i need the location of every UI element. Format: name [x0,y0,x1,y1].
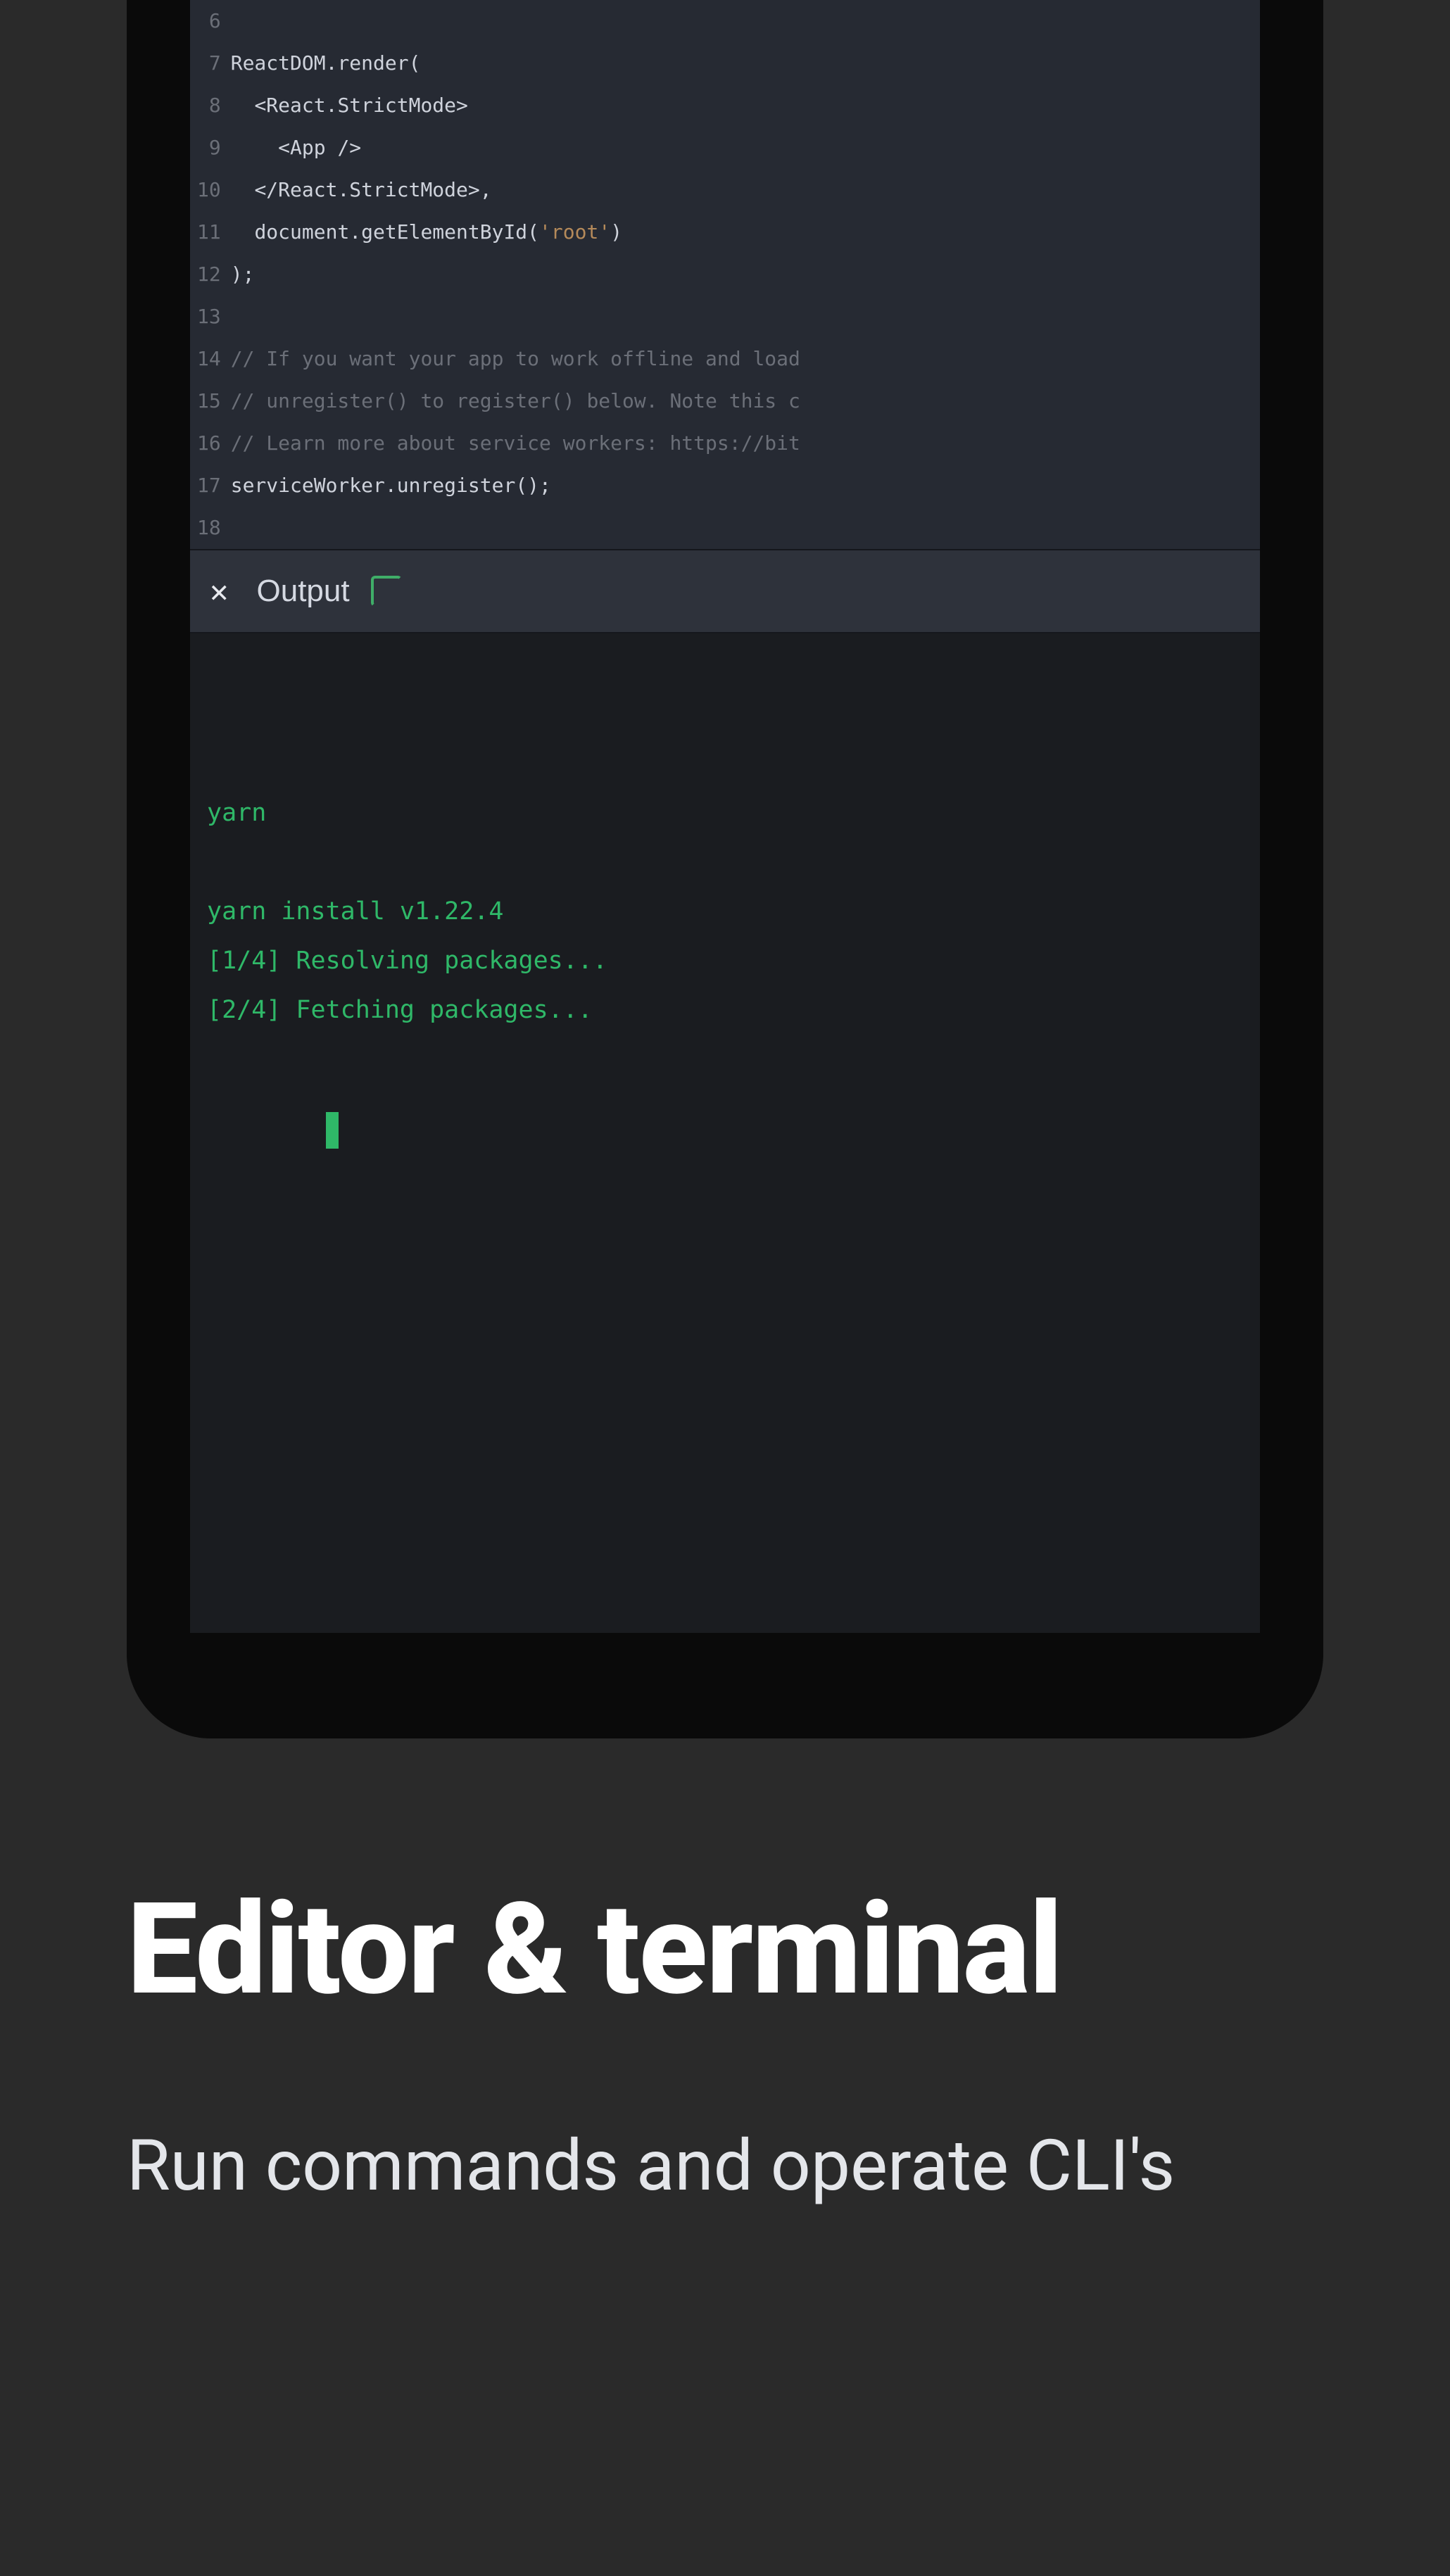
screen: 56789101112131415161718 import * as serv… [190,0,1260,1633]
line-number: 14 [197,338,221,380]
spinner-icon [371,576,402,607]
line-number: 17 [197,465,221,507]
line-number: 8 [197,84,221,127]
code-line[interactable]: ); [231,253,1260,296]
line-number: 11 [197,211,221,253]
code-line[interactable]: ReactDOM.render( [231,42,1260,84]
code-line[interactable]: // Learn more about service workers: htt… [231,422,1260,465]
line-number: 12 [197,253,221,296]
code-line[interactable]: // unregister() to register() below. Not… [231,380,1260,422]
code-line[interactable]: serviceWorker.unregister(); [231,465,1260,507]
line-number: 13 [197,296,221,338]
terminal-output: yarn yarn install v1.22.4 [1/4] Resolvin… [207,788,1243,1035]
terminal-cursor [326,1112,339,1149]
marketing-copy: Editor & terminal Run commands and opera… [127,1872,1323,2221]
line-number: 15 [197,380,221,422]
code-line[interactable]: document.getElementById('root') [231,211,1260,253]
code-content[interactable]: import * as serviceWorker from './servic… [231,0,1260,549]
code-line[interactable]: <App /> [231,127,1260,169]
device-frame: 56789101112131415161718 import * as serv… [127,0,1323,1738]
code-line[interactable] [231,296,1260,338]
code-line[interactable] [231,507,1260,549]
terminal[interactable]: yarn yarn install v1.22.4 [1/4] Resolvin… [190,633,1260,1633]
line-number: 7 [197,42,221,84]
line-number: 16 [197,422,221,465]
code-editor[interactable]: 56789101112131415161718 import * as serv… [190,0,1260,549]
code-line[interactable]: </React.StrictMode>, [231,169,1260,211]
line-number-gutter: 56789101112131415161718 [190,0,231,549]
output-panel-header: ✕ Output [190,549,1260,633]
code-line[interactable]: <React.StrictMode> [231,84,1260,127]
output-panel-title: Output [257,574,350,609]
line-number: 9 [197,127,221,169]
line-number: 6 [197,0,221,42]
close-icon[interactable]: ✕ [210,574,229,610]
code-line[interactable] [231,0,1260,42]
subheadline: Run commands and operate CLI's [127,2111,1323,2221]
code-line[interactable]: // If you want your app to work offline … [231,338,1260,380]
line-number: 18 [197,507,221,549]
headline: Editor & terminal [127,1872,1323,2027]
line-number: 10 [197,169,221,211]
